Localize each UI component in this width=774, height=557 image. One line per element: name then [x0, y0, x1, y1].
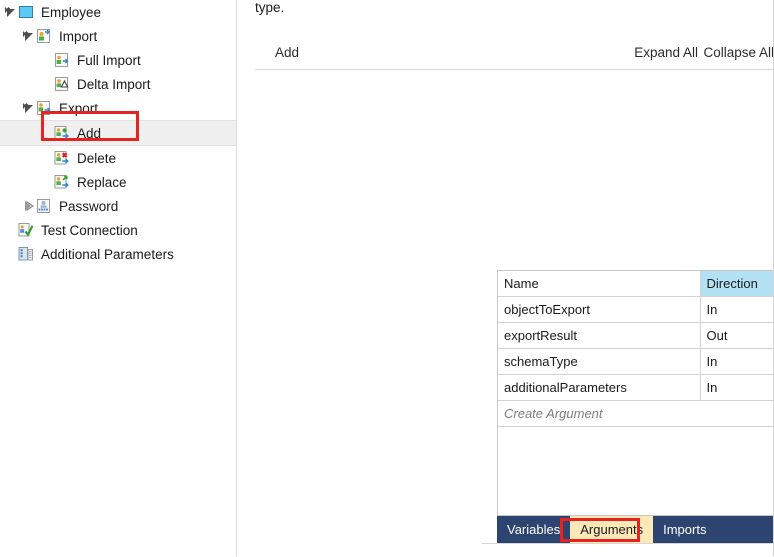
arguments-grid[interactable]: Name Direction Argument type Default val…: [497, 270, 774, 516]
workflow-canvas[interactable]: [496, 70, 774, 268]
password-icon: [36, 198, 52, 214]
designer-tabs: Variables Arguments Imports: [497, 516, 716, 543]
export-replace-icon: [54, 174, 70, 190]
tree-item-label: Additional Parameters: [41, 246, 174, 262]
tab-imports[interactable]: Imports: [653, 516, 716, 543]
cell-name[interactable]: objectToExport: [498, 296, 701, 323]
tree-item-import[interactable]: Import: [0, 24, 236, 48]
tree-item-label: Employee: [41, 4, 102, 20]
full-import-icon: [54, 52, 70, 68]
column-header-name[interactable]: Name: [498, 271, 701, 297]
tree-item-full-import[interactable]: Full Import: [0, 48, 236, 72]
table-row[interactable]: objectToExportInCSEntryChangeEnter a VB …: [498, 296, 774, 323]
table-row[interactable]: exportResultOutCSEntryChangeResDefault v…: [498, 322, 774, 349]
collapse-all-link[interactable]: Collapse All: [703, 45, 774, 60]
table-row[interactable]: additionalParametersInKeyedCollection<SE…: [498, 374, 774, 401]
additional-params-icon: [18, 246, 34, 262]
workflow-tree: Employee Import Full Import Delta Import Exp…: [0, 0, 236, 266]
description-text: type.: [255, 0, 285, 15]
cell-direction[interactable]: In: [700, 348, 774, 375]
tree-item-test-connection[interactable]: Test Connection: [0, 218, 236, 242]
import-icon: [36, 28, 52, 44]
tree-item-label: Delete: [77, 150, 117, 166]
arguments-table: Name Direction Argument type Default val…: [498, 271, 774, 427]
status-strip: [482, 543, 774, 557]
delta-import-icon: [54, 76, 70, 92]
tree-item-label: Add: [77, 125, 102, 141]
export-add-icon: [54, 125, 70, 141]
workflow-tree-panel: Employee Import Full Import Delta Import Exp…: [0, 0, 236, 556]
export-delete-icon: [54, 150, 70, 166]
add-activity-link[interactable]: Add: [275, 45, 299, 60]
tree-item-delta-import[interactable]: Delta Import: [0, 72, 236, 96]
tree-item-label: Export: [59, 100, 99, 116]
chevron-down-icon[interactable]: [4, 5, 18, 19]
tree-item-label: Password: [59, 198, 119, 214]
tree-item-export[interactable]: Export: [0, 96, 236, 120]
arguments-table-body: objectToExportInCSEntryChangeEnter a VB …: [498, 296, 774, 427]
tree-item-employee[interactable]: Employee: [0, 0, 236, 24]
designer-toolbar: Add Expand All Collapse All: [255, 45, 774, 70]
tree-item-label: Test Connection: [41, 222, 138, 238]
tree-item-delete[interactable]: Delete: [0, 146, 236, 170]
tree-item-add[interactable]: Add: [0, 120, 236, 146]
cell-direction[interactable]: Out: [700, 322, 774, 349]
cell-name[interactable]: exportResult: [498, 322, 701, 349]
create-argument-label[interactable]: Create Argument: [498, 400, 774, 427]
cell-name[interactable]: schemaType: [498, 348, 701, 375]
cell-direction[interactable]: In: [700, 374, 774, 401]
tab-variables[interactable]: Variables: [497, 516, 570, 543]
export-icon: [36, 100, 52, 116]
expand-all-link[interactable]: Expand All: [634, 45, 698, 60]
tree-item-label: Delta Import: [77, 76, 151, 92]
tree-item-password[interactable]: Password: [0, 194, 236, 218]
test-connection-icon: [18, 222, 34, 238]
tree-item-label: Full Import: [77, 52, 141, 68]
tree-item-label: Replace: [77, 174, 127, 190]
chevron-down-icon[interactable]: [22, 101, 36, 115]
table-row[interactable]: schemaTypeInSchemaTypeEnter a VB express…: [498, 348, 774, 375]
chevron-right-icon[interactable]: [22, 199, 36, 213]
tree-item-replace[interactable]: Replace: [0, 170, 236, 194]
designer-pane: type. Add Expand All Collapse All Name D…: [241, 0, 774, 557]
app-window: Employee Import Full Import Delta Import Exp…: [0, 0, 774, 557]
chevron-down-icon[interactable]: [22, 29, 36, 43]
column-header-direction[interactable]: Direction: [700, 271, 774, 297]
create-argument-row[interactable]: Create Argument: [498, 400, 774, 427]
tree-item-label: Import: [59, 28, 98, 44]
tab-arguments[interactable]: Arguments: [570, 516, 654, 543]
cell-name[interactable]: additionalParameters: [498, 374, 701, 401]
tree-item-additional-parameters[interactable]: Additional Parameters: [0, 242, 236, 266]
cell-direction[interactable]: In: [700, 296, 774, 323]
object-blue-icon: [18, 4, 34, 20]
designer-bottom-bar: Variables Arguments Imports: [497, 516, 774, 543]
arguments-table-header-row: Name Direction Argument type Default val…: [498, 271, 774, 297]
